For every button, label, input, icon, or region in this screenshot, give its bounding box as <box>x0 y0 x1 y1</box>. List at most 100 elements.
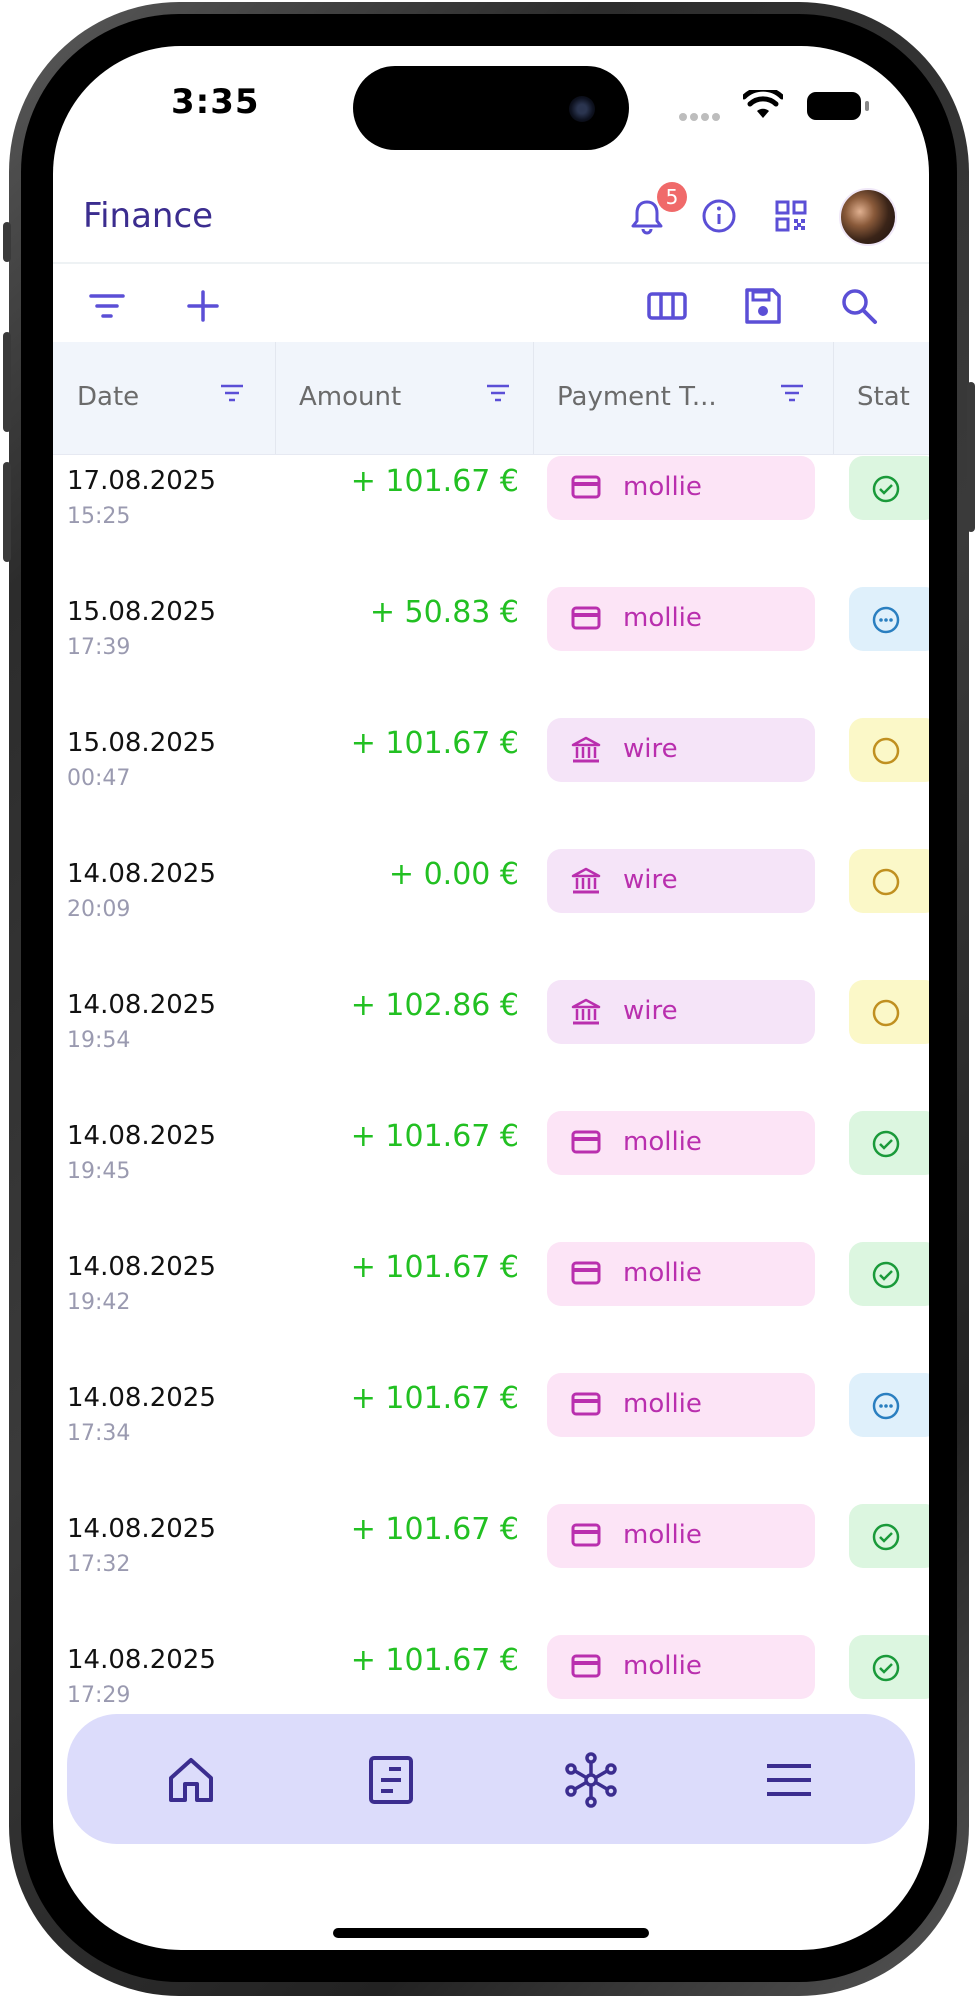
table-row[interactable]: 14.08.2025 19:54 + 102.86 € wire <box>53 980 929 1108</box>
status-badge[interactable] <box>849 1373 929 1437</box>
payment-type-chip[interactable]: mollie <box>547 456 815 520</box>
column-filter-icon[interactable] <box>219 382 245 404</box>
columns-icon[interactable] <box>645 284 689 328</box>
bank-icon <box>571 867 601 899</box>
status-badge[interactable] <box>849 456 929 520</box>
search-icon[interactable] <box>837 284 881 328</box>
row-date: 14.08.2025 <box>67 1645 216 1675</box>
row-amount: + 101.67 € <box>350 464 519 499</box>
payment-type-chip[interactable]: mollie <box>547 1635 815 1699</box>
payment-type-chip[interactable]: mollie <box>547 1504 815 1568</box>
status-badge[interactable] <box>849 980 929 1044</box>
toolbar <box>53 264 929 344</box>
row-date: 15.08.2025 <box>67 728 216 758</box>
column-header-payment-type[interactable]: Payment T... <box>533 342 833 454</box>
orders-icon[interactable] <box>363 1752 419 1808</box>
dynamic-island <box>353 66 629 150</box>
status-badge[interactable] <box>849 1242 929 1306</box>
payment-type-chip[interactable]: mollie <box>547 1111 815 1175</box>
table-row[interactable]: 14.08.2025 17:32 + 101.67 € mollie <box>53 1504 929 1632</box>
status-badge[interactable] <box>849 1111 929 1175</box>
row-date: 15.08.2025 <box>67 597 216 627</box>
row-time: 19:54 <box>67 1028 131 1053</box>
table-row[interactable]: 14.08.2025 19:45 + 101.67 € mollie <box>53 1111 929 1239</box>
empty-circle-icon <box>871 867 901 901</box>
row-amount: + 101.67 € <box>350 1643 519 1678</box>
bank-icon <box>571 736 601 768</box>
row-time: 17:32 <box>67 1552 131 1577</box>
row-amount: + 101.67 € <box>350 1250 519 1285</box>
camera-icon <box>569 96 595 122</box>
status-badge[interactable] <box>849 849 929 913</box>
check-circle-icon <box>871 1653 901 1687</box>
payment-type-chip[interactable]: mollie <box>547 1373 815 1437</box>
avatar[interactable] <box>839 188 897 246</box>
table-row[interactable]: 15.08.2025 00:47 + 101.67 € wire <box>53 718 929 846</box>
row-amount: + 101.67 € <box>350 1119 519 1154</box>
info-icon[interactable] <box>697 194 741 238</box>
row-date: 14.08.2025 <box>67 990 216 1020</box>
table-header: Date Amount Payment T... Stat <box>53 342 929 455</box>
row-amount: + 101.67 € <box>350 1381 519 1416</box>
payment-type-chip[interactable]: wire <box>547 980 815 1044</box>
column-label: Payment T... <box>557 382 717 412</box>
payment-type-label: mollie <box>623 472 702 502</box>
payment-type-chip[interactable]: wire <box>547 849 815 913</box>
column-label: Stat <box>857 382 910 412</box>
row-time: 17:29 <box>67 1683 131 1708</box>
row-amount: + 101.67 € <box>350 726 519 761</box>
row-date: 14.08.2025 <box>67 1514 216 1544</box>
column-header-amount[interactable]: Amount <box>275 342 533 454</box>
row-date: 14.08.2025 <box>67 1121 216 1151</box>
bottom-nav <box>67 1714 915 1844</box>
add-icon[interactable] <box>181 284 225 328</box>
network-icon[interactable] <box>563 1752 619 1808</box>
table-row[interactable]: 14.08.2025 19:42 + 101.67 € mollie <box>53 1242 929 1370</box>
filter-icon[interactable] <box>85 284 129 328</box>
home-icon[interactable] <box>163 1752 219 1808</box>
column-filter-icon[interactable] <box>779 382 805 404</box>
battery-icon <box>807 92 869 120</box>
payment-type-chip[interactable]: mollie <box>547 1242 815 1306</box>
power-button <box>967 382 975 532</box>
payment-type-label: mollie <box>623 1651 702 1681</box>
row-time: 17:39 <box>67 635 131 660</box>
row-time: 00:47 <box>67 766 131 791</box>
status-badge[interactable] <box>849 718 929 782</box>
credit-card-icon <box>571 1391 601 1421</box>
row-amount: + 50.83 € <box>369 595 519 630</box>
save-icon[interactable] <box>741 284 785 328</box>
status-badge[interactable] <box>849 587 929 651</box>
wifi-icon <box>743 90 783 118</box>
payment-type-chip[interactable]: mollie <box>547 587 815 651</box>
payment-type-chip[interactable]: wire <box>547 718 815 782</box>
row-amount: + 101.67 € <box>350 1512 519 1547</box>
column-header-date[interactable]: Date <box>53 342 275 454</box>
payment-type-label: wire <box>623 865 678 895</box>
row-time: 19:42 <box>67 1290 131 1315</box>
empty-circle-icon <box>871 736 901 770</box>
row-amount: + 0.00 € <box>388 857 519 892</box>
status-badge[interactable] <box>849 1504 929 1568</box>
column-filter-icon[interactable] <box>485 382 511 404</box>
column-header-status[interactable]: Stat <box>833 342 929 454</box>
table-row[interactable]: 14.08.2025 20:09 + 0.00 € wire <box>53 849 929 977</box>
credit-card-icon <box>571 1260 601 1290</box>
table-row[interactable]: 14.08.2025 17:34 + 101.67 € mollie <box>53 1373 929 1501</box>
credit-card-icon <box>571 1129 601 1159</box>
payment-type-label: mollie <box>623 1520 702 1550</box>
qr-code-icon[interactable] <box>769 194 813 238</box>
payment-type-label: mollie <box>623 1127 702 1157</box>
menu-icon[interactable] <box>761 1752 817 1808</box>
home-indicator[interactable] <box>333 1928 649 1938</box>
status-time: 3:35 <box>171 82 260 122</box>
status-icons <box>679 90 869 122</box>
check-circle-icon <box>871 1129 901 1163</box>
row-time: 15:25 <box>67 504 131 529</box>
table-row[interactable]: 17.08.2025 15:25 + 101.67 € mollie <box>53 456 929 584</box>
more-circle-icon <box>871 605 901 639</box>
row-amount: + 102.86 € <box>350 988 519 1023</box>
status-badge[interactable] <box>849 1635 929 1699</box>
row-date: 14.08.2025 <box>67 1383 216 1413</box>
table-row[interactable]: 15.08.2025 17:39 + 50.83 € mollie <box>53 587 929 715</box>
